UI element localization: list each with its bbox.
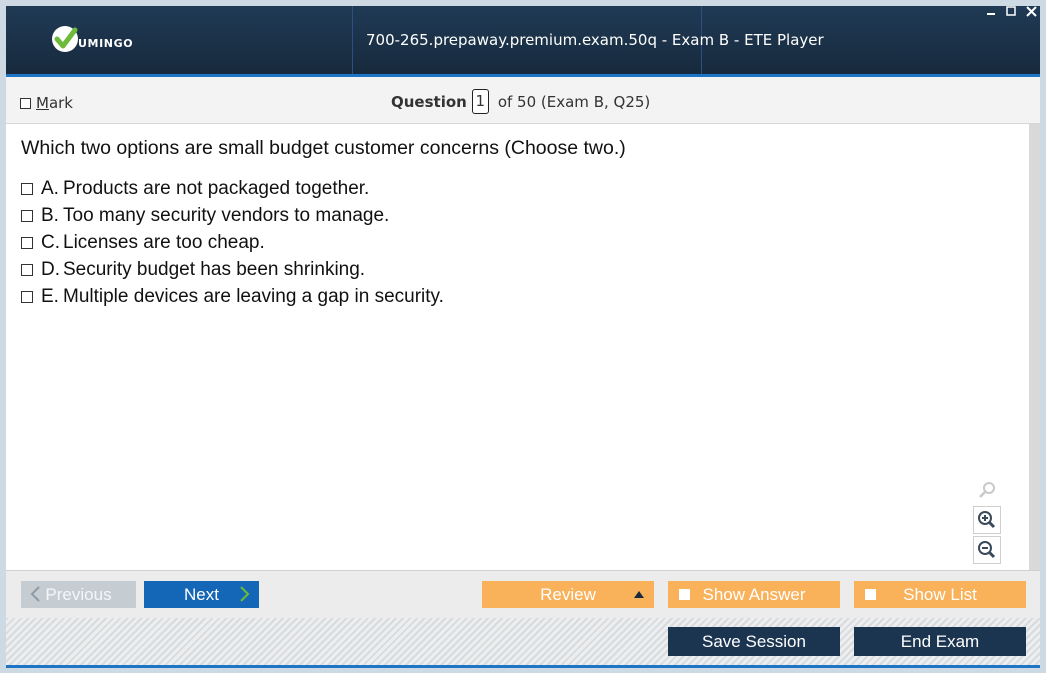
title-seam — [352, 6, 353, 74]
option-letter: B. — [41, 204, 59, 226]
option-text: Products are not packaged together. — [63, 177, 370, 199]
question-word: Question — [391, 92, 467, 111]
option-letter: E. — [41, 285, 59, 307]
option-checkbox[interactable] — [21, 290, 33, 303]
option-letter: C. — [41, 231, 60, 253]
logo-check-icon — [50, 24, 80, 54]
caret-up-icon — [634, 591, 644, 598]
logo-wordmark: UMINGO — [78, 37, 134, 50]
chevron-left-icon — [29, 586, 41, 607]
previous-button[interactable]: Previous — [21, 581, 136, 608]
option-text: Licenses are too cheap. — [63, 231, 265, 253]
option-checkbox[interactable] — [21, 182, 33, 195]
mark-label: Mark — [36, 94, 73, 112]
search-icon[interactable] — [973, 476, 1001, 504]
end-exam-button[interactable]: End Exam — [854, 627, 1026, 656]
answer-option-e[interactable]: E. Multiple devices are leaving a gap in… — [21, 283, 444, 310]
question-content: Which two options are small budget custo… — [6, 124, 1029, 570]
option-letter: D. — [41, 258, 60, 280]
option-text: Multiple devices are leaving a gap in se… — [63, 285, 444, 307]
option-letter: A. — [41, 177, 59, 199]
show-answer-label: Show Answer — [702, 584, 806, 604]
option-checkbox[interactable] — [21, 236, 33, 249]
vumingo-logo: UMINGO — [50, 24, 133, 54]
question-header: Mark Question 1 of 50 (Exam B, Q25) — [6, 77, 1040, 124]
show-answer-checkbox[interactable] — [679, 589, 690, 600]
zoom-in-icon[interactable] — [973, 506, 1001, 534]
review-button[interactable]: Review — [482, 581, 654, 608]
show-answer-button[interactable]: Show Answer — [668, 581, 840, 608]
answer-option-c[interactable]: C. Licenses are too cheap. — [21, 229, 444, 256]
option-text: Too many security vendors to manage. — [63, 204, 390, 226]
question-text: Which two options are small budget custo… — [21, 137, 626, 159]
bottom-accent-line — [6, 665, 1040, 668]
mark-checkbox-box[interactable] — [20, 97, 31, 109]
review-label: Review — [540, 584, 596, 604]
zoom-out-icon[interactable] — [973, 536, 1001, 564]
answer-options: A. Products are not packaged together. B… — [21, 175, 444, 310]
content-scrollbar[interactable] — [1029, 124, 1040, 570]
next-label: Next — [184, 584, 219, 604]
previous-label: Previous — [45, 584, 112, 604]
option-text: Security budget has been shrinking. — [63, 258, 366, 280]
ete-player-window: UMINGO 700-265.prepaway.premium.exam.50q… — [0, 0, 1046, 673]
show-list-checkbox[interactable] — [865, 589, 876, 600]
option-checkbox[interactable] — [21, 209, 33, 222]
window-controls — [982, 6, 1040, 20]
window-title: 700-265.prepaway.premium.exam.50q - Exam… — [366, 31, 824, 49]
maximize-icon[interactable] — [1002, 6, 1020, 20]
show-list-label: Show List — [903, 584, 977, 604]
next-button[interactable]: Next — [144, 581, 259, 608]
option-checkbox[interactable] — [21, 263, 33, 276]
zoom-tools — [973, 476, 1003, 566]
navigation-bar: Previous Next Review Show Answer Show Li… — [6, 570, 1040, 618]
chevron-right-icon — [239, 586, 251, 607]
minimize-icon[interactable] — [982, 6, 1000, 20]
footer-bar: Save Session End Exam — [6, 618, 1040, 665]
title-bar: UMINGO 700-265.prepaway.premium.exam.50q… — [6, 6, 1040, 74]
mark-checkbox[interactable]: Mark — [20, 94, 73, 112]
show-list-button[interactable]: Show List — [854, 581, 1026, 608]
save-session-button[interactable]: Save Session — [668, 627, 840, 656]
close-icon[interactable] — [1022, 6, 1040, 20]
answer-option-d[interactable]: D. Security budget has been shrinking. — [21, 256, 444, 283]
question-of-text: of 50 (Exam B, Q25) — [497, 92, 651, 111]
answer-option-a[interactable]: A. Products are not packaged together. — [21, 175, 444, 202]
question-counter: Question 1 of 50 (Exam B, Q25) — [391, 89, 650, 114]
question-number-input[interactable]: 1 — [471, 89, 489, 114]
answer-option-b[interactable]: B. Too many security vendors to manage. — [21, 202, 444, 229]
